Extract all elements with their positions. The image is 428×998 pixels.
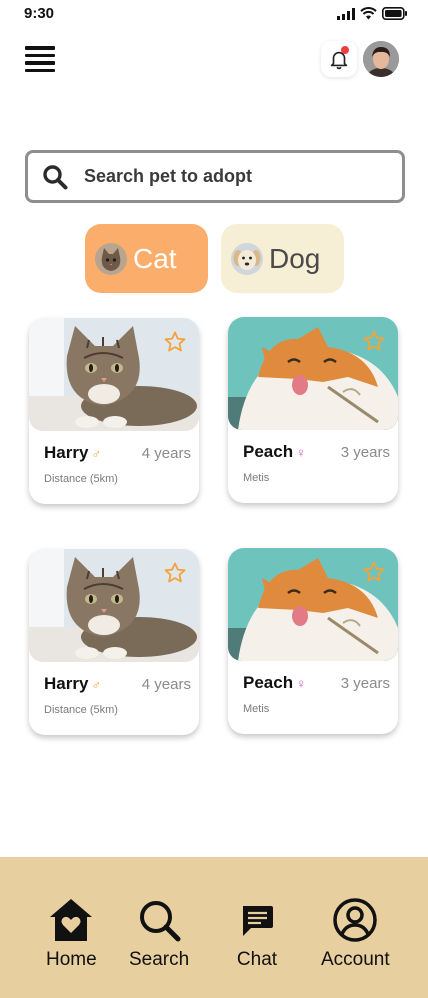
nav-item-account[interactable]: Account bbox=[321, 897, 390, 971]
pet-card[interactable]: Harry ♂ 4 years Distance (5km) bbox=[29, 549, 199, 735]
search-icon bbox=[43, 164, 68, 189]
pet-age: 3 years bbox=[340, 675, 390, 692]
pet-distance: Distance (5km) bbox=[44, 704, 118, 716]
favorite-star-icon[interactable] bbox=[362, 329, 386, 353]
pet-name: Harry ♂ bbox=[44, 674, 102, 693]
male-icon: ♂ bbox=[91, 677, 102, 692]
home-heart-icon bbox=[50, 899, 93, 941]
favorite-star-icon[interactable] bbox=[163, 330, 187, 354]
signal-icon bbox=[337, 7, 355, 20]
chat-icon bbox=[243, 906, 273, 936]
account-icon bbox=[333, 898, 378, 942]
pet-breed: Metis bbox=[243, 472, 270, 484]
avatar[interactable] bbox=[363, 41, 399, 77]
notification-dot bbox=[341, 46, 349, 54]
pet-distance: Distance (5km) bbox=[44, 473, 118, 485]
nav-label: Account bbox=[321, 949, 390, 970]
pet-card[interactable]: Peach ♀ 3 years Metis bbox=[228, 317, 398, 503]
pet-name: Harry ♂ bbox=[44, 443, 102, 462]
battery-icon bbox=[382, 7, 407, 20]
status-icons bbox=[337, 7, 408, 20]
bottom-nav: Home Search Chat Account bbox=[0, 857, 428, 998]
search-input[interactable] bbox=[84, 166, 374, 187]
nav-label: Home bbox=[46, 949, 97, 970]
pet-age: 3 years bbox=[340, 444, 390, 461]
nav-label: Search bbox=[129, 949, 190, 970]
favorite-star-icon[interactable] bbox=[362, 560, 386, 584]
notification-button[interactable] bbox=[321, 41, 357, 77]
search-icon bbox=[140, 901, 181, 942]
category-chip-cat[interactable]: Cat bbox=[85, 224, 208, 293]
menu-icon[interactable] bbox=[25, 44, 55, 74]
nav-item-search[interactable]: Search bbox=[129, 897, 189, 971]
pet-age: 4 years bbox=[141, 676, 191, 693]
category-label-dog: Dog bbox=[269, 242, 321, 274]
wifi-icon bbox=[360, 7, 377, 20]
search-bar[interactable] bbox=[25, 150, 405, 203]
status-time: 9:30 bbox=[24, 5, 55, 22]
pet-card[interactable]: Harry ♂ 4 years Distance (5km) bbox=[29, 318, 199, 504]
dog-icon bbox=[231, 242, 263, 275]
cat-icon bbox=[95, 242, 127, 275]
nav-item-chat[interactable]: Chat bbox=[234, 897, 280, 971]
favorite-star-icon[interactable] bbox=[163, 561, 187, 585]
category-label-cat: Cat bbox=[133, 242, 177, 274]
pet-breed: Metis bbox=[243, 703, 270, 715]
pet-card[interactable]: Peach ♀ 3 years Metis bbox=[228, 548, 398, 734]
nav-label: Chat bbox=[236, 949, 278, 970]
pet-name: Peach ♀ bbox=[243, 673, 306, 692]
female-icon: ♀ bbox=[296, 445, 306, 460]
male-icon: ♂ bbox=[91, 446, 102, 461]
category-chip-dog[interactable]: Dog bbox=[221, 224, 344, 293]
nav-item-home[interactable]: Home bbox=[46, 897, 97, 971]
pet-age: 4 years bbox=[141, 445, 191, 462]
pet-name: Peach ♀ bbox=[243, 442, 306, 461]
female-icon: ♀ bbox=[296, 676, 306, 691]
